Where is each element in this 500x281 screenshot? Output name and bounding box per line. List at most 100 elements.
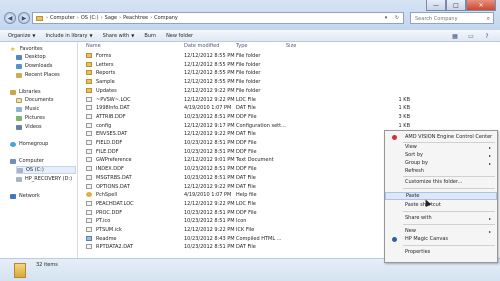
include-in-library-button[interactable]: Include in library ▼ bbox=[45, 33, 92, 39]
file-date-modified: 12/12/2012 9:22 PM bbox=[184, 96, 235, 103]
search-icon[interactable]: ⌕ bbox=[487, 15, 490, 23]
breadcrumb-separator[interactable]: › bbox=[150, 15, 152, 21]
file-date-modified: 12/12/2012 9:17 PM bbox=[184, 122, 235, 129]
breadcrumb-sage[interactable]: Sage bbox=[105, 15, 118, 21]
column-date-modified[interactable]: Date modified bbox=[184, 43, 219, 49]
menu-refresh[interactable]: Refresh bbox=[385, 167, 497, 175]
search-placeholder[interactable]: Search Company bbox=[415, 16, 458, 22]
file-row[interactable]: Letters 12/12/2012 8:55 PM File folder bbox=[80, 61, 410, 69]
nav-homegroup[interactable]: Homegroup bbox=[10, 140, 48, 148]
menu-view[interactable]: View ▸ bbox=[385, 143, 497, 151]
file-row[interactable]: RPTDATA2.DAT10/23/2012 8:51 PMDAT File2,… bbox=[80, 243, 410, 251]
nav-network[interactable]: Network bbox=[10, 192, 40, 200]
back-button[interactable]: ◀ bbox=[4, 12, 16, 24]
file-row[interactable]: PEACHDAT.LOC12/12/2012 9:22 PMLOC File1 … bbox=[80, 200, 410, 208]
preview-pane-icon[interactable]: ▭ bbox=[466, 32, 476, 40]
file-row[interactable]: 1998Info.DAT 4/19/2010 1:07 PM DAT File 1 K… bbox=[80, 104, 410, 112]
file-row[interactable]: PTSUM.ick12/12/2012 9:22 PMICK File1 KB bbox=[80, 226, 410, 234]
file-row[interactable]: Readme 10/23/2012 8:43 PM Compiled HTML ..… bbox=[80, 235, 410, 243]
column-type[interactable]: Type bbox=[236, 43, 247, 49]
address-dropdown-icon[interactable]: ▾ bbox=[381, 13, 391, 23]
nav-music[interactable]: Music bbox=[16, 105, 39, 113]
burn-button[interactable]: Burn bbox=[144, 33, 156, 39]
breadcrumb-separator[interactable]: › bbox=[119, 15, 121, 21]
file-row[interactable]: FIELD.DDF10/23/2012 8:51 PMDDF File244 K… bbox=[80, 139, 410, 147]
menu-group-by[interactable]: Group by ▸ bbox=[385, 159, 497, 167]
file-name: Updates bbox=[96, 87, 117, 94]
breadcrumb-os-c[interactable]: OS (C:) bbox=[81, 15, 99, 21]
file-row[interactable]: OPTIONS.DAT12/12/2012 9:22 PMDAT File1 K… bbox=[80, 183, 410, 191]
nav-label: Network bbox=[19, 193, 40, 199]
file-row[interactable]: PT.ico10/23/2012 8:51 PMIcon2 KB bbox=[80, 217, 410, 225]
file-row[interactable]: PROC.DDF10/23/2012 8:51 PMDDF File3 KB bbox=[80, 209, 410, 217]
file-type: DDF File bbox=[236, 140, 257, 146]
file-row[interactable]: Forms 12/12/2012 8:55 PM File folder bbox=[80, 52, 410, 60]
nav-recent-places[interactable]: Recent Places bbox=[16, 71, 60, 79]
menu-sort-by[interactable]: Sort by ▸ bbox=[385, 151, 497, 159]
breadcrumb-computer[interactable]: Computer bbox=[50, 15, 75, 21]
address-bar[interactable]: › Computer › OS (C:) › Sage › Peachtree … bbox=[32, 12, 404, 24]
music-icon bbox=[16, 106, 22, 112]
file-type: DAT File bbox=[236, 174, 256, 181]
file-row[interactable]: config 12/12/2012 9:17 PM Configuration se… bbox=[80, 122, 410, 130]
file-row[interactable]: Sample 12/12/2012 8:55 PM File folder bbox=[80, 78, 410, 86]
file-row[interactable]: ENVSES.DAT12/12/2012 9:22 PMDAT File5 KB bbox=[80, 130, 410, 138]
nav-documents[interactable]: Documents bbox=[16, 96, 54, 104]
file-row[interactable]: Reports 12/12/2012 8:55 PM File folder bbox=[80, 69, 410, 77]
file-icon bbox=[86, 200, 92, 206]
file-row[interactable]: FILE.DDF10/23/2012 8:51 PMDDF File12 KB bbox=[80, 148, 410, 156]
file-name: FILE.DDF bbox=[96, 148, 119, 155]
file-row[interactable]: INDEX.DDF10/23/2012 8:51 PMDDF File70 KB bbox=[80, 165, 410, 173]
file-name: INDEX.DDF bbox=[96, 166, 124, 173]
menu-label: Customize this folder... bbox=[405, 179, 463, 185]
menu-new[interactable]: New ▸ bbox=[385, 227, 497, 235]
menu-properties[interactable]: Properties bbox=[385, 248, 497, 256]
file-name: Sample bbox=[96, 79, 115, 86]
nav-downloads[interactable]: Downloads bbox=[16, 62, 52, 70]
file-date-modified: 12/12/2012 9:22 PM bbox=[184, 200, 235, 207]
file-date-modified: 10/23/2012 8:51 PM bbox=[184, 140, 235, 146]
nav-favorites[interactable]: ★ Favorites bbox=[10, 45, 43, 53]
minimize-button[interactable]: — bbox=[426, 0, 446, 11]
share-with-button[interactable]: Share with ▼ bbox=[103, 33, 135, 39]
folder-icon bbox=[36, 15, 43, 21]
menu-separator bbox=[403, 224, 495, 225]
refresh-icon[interactable]: ↻ bbox=[392, 13, 402, 23]
view-options-icon[interactable]: ▦ bbox=[450, 32, 460, 40]
maximize-button[interactable]: □ bbox=[446, 0, 466, 11]
new-folder-button[interactable]: New folder bbox=[166, 33, 193, 39]
file-row[interactable]: MSGTRBS.DAT10/23/2012 8:51 PMDAT File9 K… bbox=[80, 174, 410, 182]
nav-libraries[interactable]: Libraries bbox=[10, 88, 41, 96]
help-icon[interactable]: ? bbox=[482, 32, 492, 40]
organize-button[interactable]: Organize ▼ bbox=[8, 33, 35, 39]
breadcrumb-peachtree[interactable]: Peachtree bbox=[123, 15, 148, 21]
menu-hp-magic-canvas[interactable]: HP Magic Canvas bbox=[385, 235, 497, 243]
breadcrumb-company[interactable]: Company bbox=[154, 15, 178, 21]
search-box[interactable]: Search Company ⌕ bbox=[410, 12, 494, 24]
breadcrumb-separator[interactable]: › bbox=[101, 15, 103, 21]
file-row[interactable]: GWPreference 12/12/2012 9:01 PM Text Docum… bbox=[80, 156, 410, 164]
menu-amd-control-center[interactable]: AMD VISION Engine Control Center bbox=[385, 133, 497, 141]
file-row[interactable]: Updates 12/12/2012 9:22 PM File folder bbox=[80, 87, 410, 95]
column-size[interactable]: Size bbox=[286, 43, 296, 49]
menu-share-with[interactable]: Share with ▸ bbox=[385, 214, 497, 222]
forward-button[interactable]: ▶ bbox=[18, 12, 30, 24]
nav-computer[interactable]: Computer bbox=[10, 157, 44, 165]
file-row[interactable]: ~PVSW~.LOC 12/12/2012 9:22 PM LOC File 1 KB bbox=[80, 96, 410, 104]
file-row[interactable]: PchSpell4/19/2010 1:07 PMHelp file15 KB bbox=[80, 191, 410, 199]
breadcrumb-separator[interactable]: › bbox=[46, 15, 48, 21]
column-name[interactable]: Name bbox=[86, 43, 101, 49]
menu-customize-folder[interactable]: Customize this folder... bbox=[385, 178, 497, 186]
file-row[interactable]: ATTRIB.DDF 10/23/2012 8:51 PM DDF File 3 KB bbox=[80, 113, 410, 121]
breadcrumb-separator[interactable]: › bbox=[77, 15, 79, 21]
nav-label: Documents bbox=[25, 97, 54, 103]
menu-paste-shortcut[interactable]: Paste shortcut bbox=[385, 201, 497, 209]
nav-desktop[interactable]: Desktop bbox=[16, 53, 46, 61]
nav-hp-recovery[interactable]: HP_RECOVERY (D:) bbox=[16, 175, 72, 183]
menu-paste[interactable]: Paste bbox=[385, 192, 497, 200]
file-type: LOC File bbox=[236, 200, 256, 207]
close-button[interactable]: ✕ bbox=[466, 0, 496, 11]
nav-videos[interactable]: Videos bbox=[16, 123, 42, 131]
nav-os-c[interactable]: OS (C:) bbox=[16, 166, 76, 174]
nav-pictures[interactable]: Pictures bbox=[16, 114, 45, 122]
